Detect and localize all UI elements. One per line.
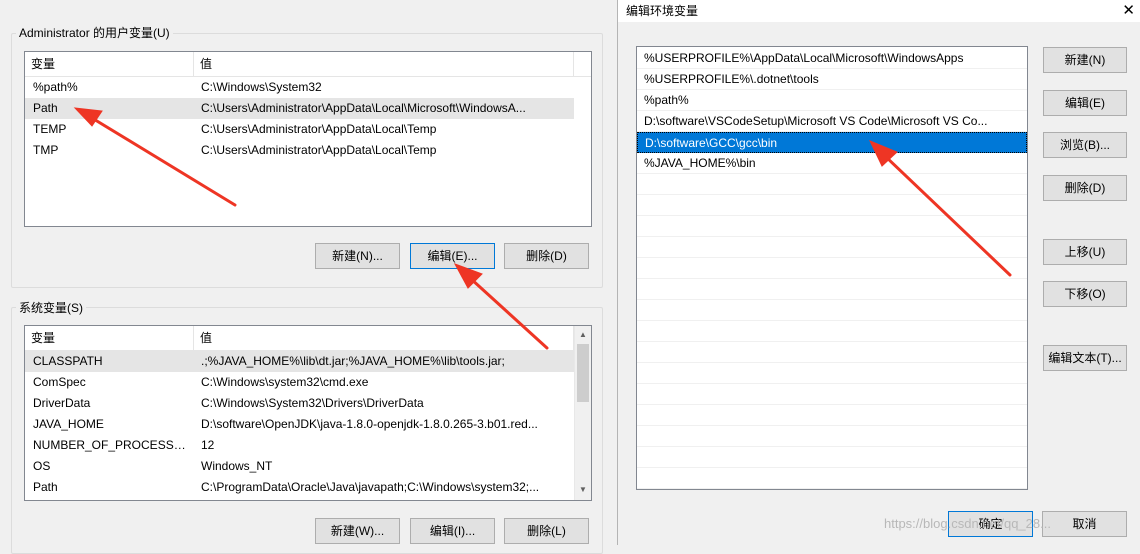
cancel-button[interactable]: 取消: [1042, 511, 1127, 537]
empty-row: [637, 363, 1027, 384]
path-browse-button[interactable]: 浏览(B)...: [1043, 132, 1127, 158]
table-row[interactable]: OS Windows_NT: [25, 456, 574, 477]
user-vars-group-label: Administrator 的用户变量(U): [16, 24, 173, 41]
system-vars-list[interactable]: 变量 值 CLASSPATH .;%JAVA_HOME%\lib\dt.jar;…: [24, 325, 592, 501]
user-delete-button[interactable]: 删除(D): [504, 243, 589, 269]
system-vars-group-label: 系统变量(S): [16, 299, 86, 316]
table-row[interactable]: DriverData C:\Windows\System32\Drivers\D…: [25, 393, 574, 414]
empty-row: [637, 195, 1027, 216]
list-item[interactable]: %path%: [637, 90, 1027, 111]
empty-row: [637, 468, 1027, 489]
system-new-button[interactable]: 新建(W)...: [315, 518, 400, 544]
system-edit-button[interactable]: 编辑(I)...: [410, 518, 495, 544]
empty-row: [637, 384, 1027, 405]
table-row[interactable]: TEMP C:\Users\Administrator\AppData\Loca…: [25, 119, 574, 140]
empty-row: [637, 216, 1027, 237]
user-vars-header-var[interactable]: 变量: [25, 52, 194, 76]
user-vars-header-val[interactable]: 值: [194, 52, 574, 76]
system-delete-button[interactable]: 删除(L): [504, 518, 589, 544]
edit-env-dialog: 编辑环境变量 ✕ %USERPROFILE%\AppData\Local\Mic…: [617, 0, 1140, 545]
empty-row: [637, 174, 1027, 195]
empty-row: [637, 405, 1027, 426]
user-vars-header: 变量 值: [25, 52, 591, 77]
dialog-title: 编辑环境变量: [626, 4, 699, 18]
list-item[interactable]: %JAVA_HOME%\bin: [637, 153, 1027, 174]
empty-row: [637, 426, 1027, 447]
empty-row: [637, 300, 1027, 321]
empty-row: [637, 342, 1027, 363]
empty-row: [637, 321, 1027, 342]
table-row[interactable]: %path% C:\Windows\System32: [25, 77, 574, 98]
watermark: https://blog.csdn.net/qq_28...: [884, 516, 1051, 531]
empty-row: [637, 279, 1027, 300]
user-edit-button[interactable]: 编辑(E)...: [410, 243, 495, 269]
user-vars-list[interactable]: 变量 值 %path% C:\Windows\System32 Path C:\…: [24, 51, 592, 227]
system-vars-header: 变量 值: [25, 326, 591, 351]
system-vars-header-val[interactable]: 值: [194, 326, 574, 350]
path-new-button[interactable]: 新建(N): [1043, 47, 1127, 73]
system-vars-scrollbar[interactable]: ▲ ▼: [574, 326, 591, 500]
empty-row: [637, 447, 1027, 468]
move-up-button[interactable]: 上移(U): [1043, 239, 1127, 265]
system-vars-header-var[interactable]: 变量: [25, 326, 194, 350]
table-row[interactable]: ComSpec C:\Windows\system32\cmd.exe: [25, 372, 574, 393]
table-row[interactable]: CLASSPATH .;%JAVA_HOME%\lib\dt.jar;%JAVA…: [25, 351, 574, 372]
move-down-button[interactable]: 下移(O): [1043, 281, 1127, 307]
table-row[interactable]: Path C:\Users\Administrator\AppData\Loca…: [25, 98, 574, 119]
table-row[interactable]: TMP C:\Users\Administrator\AppData\Local…: [25, 140, 574, 161]
table-row[interactable]: JAVA_HOME D:\software\OpenJDK\java-1.8.0…: [25, 414, 574, 435]
list-item[interactable]: %USERPROFILE%\.dotnet\tools: [637, 69, 1027, 90]
scroll-up-icon[interactable]: ▲: [576, 328, 590, 342]
empty-row: [637, 258, 1027, 279]
path-edit-button[interactable]: 编辑(E): [1043, 90, 1127, 116]
list-item-selected[interactable]: D:\software\GCC\gcc\bin: [637, 132, 1027, 153]
close-icon[interactable]: ✕: [1122, 1, 1135, 21]
path-list[interactable]: %USERPROFILE%\AppData\Local\Microsoft\Wi…: [636, 46, 1028, 490]
list-item[interactable]: D:\software\VSCodeSetup\Microsoft VS Cod…: [637, 111, 1027, 132]
dialog-titlebar[interactable]: 编辑环境变量 ✕: [618, 0, 1140, 22]
empty-row: [637, 237, 1027, 258]
table-row[interactable]: Path C:\ProgramData\Oracle\Java\javapath…: [25, 477, 574, 498]
edit-text-button[interactable]: 编辑文本(T)...: [1043, 345, 1127, 371]
path-delete-button[interactable]: 删除(D): [1043, 175, 1127, 201]
list-item[interactable]: %USERPROFILE%\AppData\Local\Microsoft\Wi…: [637, 48, 1027, 69]
user-new-button[interactable]: 新建(N)...: [315, 243, 400, 269]
scroll-down-icon[interactable]: ▼: [576, 483, 590, 497]
table-row[interactable]: NUMBER_OF_PROCESSORS 12: [25, 435, 574, 456]
scroll-thumb[interactable]: [577, 344, 589, 402]
